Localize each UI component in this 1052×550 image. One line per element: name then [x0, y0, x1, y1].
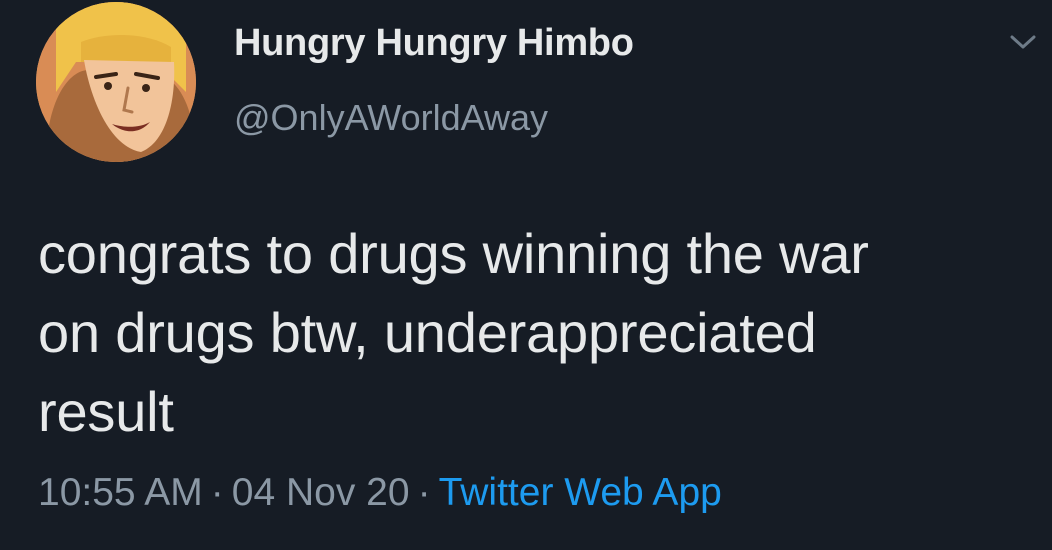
tweet-text-line: result — [38, 380, 174, 443]
tweet-text-line: congrats to drugs winning the war — [38, 222, 869, 285]
tweet-time[interactable]: 10:55 AM — [38, 471, 203, 514]
separator: · — [417, 471, 431, 514]
user-handle[interactable]: @OnlyAWorldAway — [234, 97, 548, 139]
chevron-down-icon[interactable] — [1008, 30, 1038, 54]
tweet-text-line: on drugs btw, underappreciated — [38, 301, 817, 364]
tweet-text: congrats to drugs winning the war on dru… — [38, 214, 1038, 451]
tweet-date[interactable]: 04 Nov 20 — [232, 471, 410, 514]
tweet-card: Hungry Hungry Himbo @OnlyAWorldAway cong… — [0, 0, 1052, 550]
tweet-source-link[interactable]: Twitter Web App — [439, 471, 722, 514]
avatar[interactable] — [36, 2, 196, 162]
display-name[interactable]: Hungry Hungry Himbo — [234, 22, 634, 65]
separator: · — [210, 471, 224, 514]
tweet-metadata: 10:55 AM · 04 Nov 20 · Twitter Web App — [38, 471, 722, 515]
cartoon-face-avatar-icon — [36, 2, 196, 162]
